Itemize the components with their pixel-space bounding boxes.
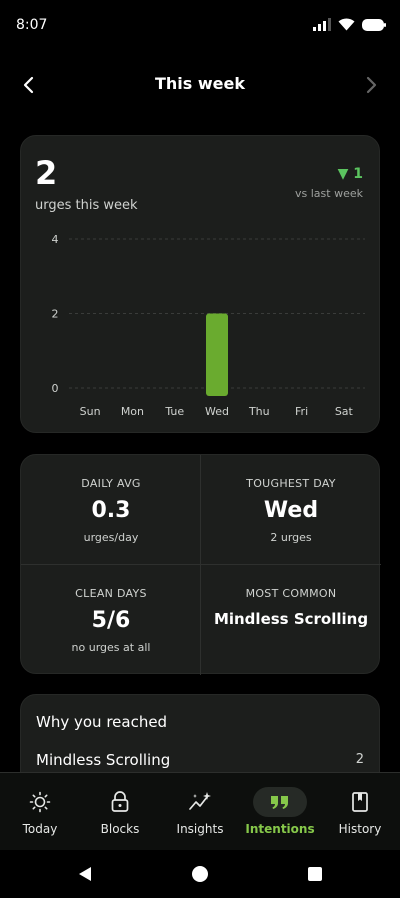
battery-icon: [362, 18, 386, 31]
signal-icon: [313, 18, 331, 31]
status-icons: [313, 18, 386, 31]
stat-value: 0.3: [91, 498, 131, 523]
clean-days-stat: CLEAN DAYS 5/6 no urges at all: [21, 565, 201, 675]
tab-today[interactable]: Today: [0, 773, 80, 851]
y-tick-label: 0: [52, 382, 59, 395]
quote-icon: [253, 787, 307, 817]
y-tick-label: 4: [52, 233, 59, 246]
reason-label: Mindless Scrolling: [36, 751, 171, 769]
section-title: Why you reached: [36, 713, 168, 731]
stat-sub: no urges at all: [71, 641, 151, 654]
toughest-day-stat: TOUGHEST DAY Wed 2 urges: [201, 455, 381, 565]
stat-label: DAILY AVG: [81, 477, 141, 490]
bar-wed: [206, 313, 228, 396]
stat-sub: 2 urges: [270, 531, 312, 544]
tab-label: Insights: [176, 822, 224, 836]
tab-insights[interactable]: Insights: [160, 773, 240, 851]
x-tick-label: Fri: [295, 405, 308, 418]
tab-history[interactable]: History: [320, 773, 400, 851]
sparkle-chart-icon: [173, 787, 227, 817]
back-triangle-icon[interactable]: [75, 864, 95, 884]
tab-intentions[interactable]: Intentions: [240, 773, 320, 851]
x-tick-label: Sat: [335, 405, 354, 418]
status-bar: 8:07: [0, 0, 400, 50]
daily-avg-stat: DAILY AVG 0.3 urges/day: [21, 455, 201, 565]
stat-value: Wed: [263, 498, 319, 523]
stat-value: 5/6: [91, 608, 131, 633]
stat-sub: urges/day: [83, 531, 139, 544]
week-navigation: This week: [0, 64, 400, 104]
x-tick-label: Sun: [80, 405, 101, 418]
stat-label: MOST COMMON: [245, 587, 337, 600]
stat-label: CLEAN DAYS: [75, 587, 147, 600]
stat-label: TOUGHEST DAY: [246, 477, 336, 490]
wifi-icon: [338, 18, 355, 31]
urges-bar-chart: 0 2 4 Sun Mon Tue Wed Thu Fri Sat: [52, 233, 365, 418]
weekly-urges-card: 2 urges this week ▼ 1 vs last week 0 2 4 Su…: [20, 135, 380, 433]
bottom-tab-bar: Today Blocks Insights Intentions History: [0, 772, 400, 850]
x-tick-label: Thu: [248, 405, 270, 418]
book-icon: [333, 787, 387, 817]
most-common-stat: MOST COMMON Mindless Scrolling: [201, 565, 381, 675]
home-circle-icon[interactable]: [190, 864, 210, 884]
tab-label: History: [338, 822, 382, 836]
recents-square-icon[interactable]: [305, 864, 325, 884]
chevron-right-icon: [366, 76, 377, 94]
tab-label: Intentions: [245, 822, 315, 836]
tab-label: Today: [22, 822, 58, 836]
system-navigation-bar: [0, 850, 400, 898]
x-tick-label: Wed: [205, 405, 229, 418]
x-tick-label: Mon: [121, 405, 144, 418]
reason-count: 2: [355, 752, 364, 767]
tab-label: Blocks: [100, 822, 140, 836]
y-tick-label: 2: [52, 308, 59, 321]
lock-icon: [93, 787, 147, 817]
stat-value: Mindless Scrolling: [213, 610, 369, 628]
tab-blocks[interactable]: Blocks: [80, 773, 160, 851]
sun-icon: [13, 787, 67, 817]
stats-card: DAILY AVG 0.3 urges/day TOUGHEST DAY Wed…: [20, 454, 381, 675]
x-tick-label: Tue: [164, 405, 184, 418]
status-time: 8:07: [16, 17, 48, 33]
page-title: This week: [154, 74, 245, 93]
